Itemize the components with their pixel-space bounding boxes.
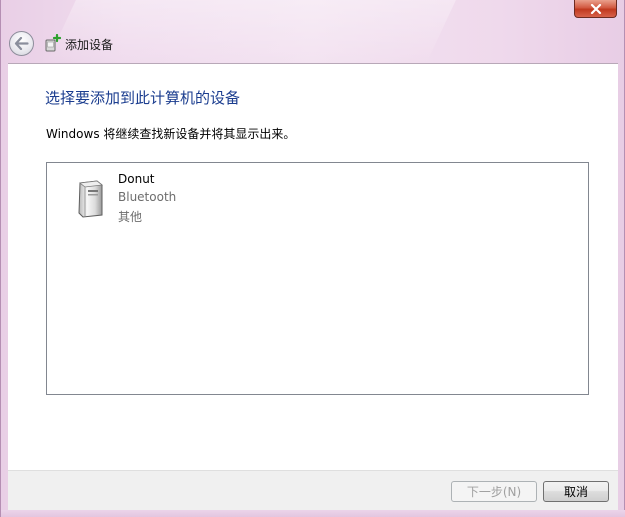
back-button[interactable] — [9, 31, 34, 56]
device-name: Donut — [118, 172, 155, 186]
generic-device-icon — [78, 180, 103, 218]
close-icon — [590, 3, 601, 14]
device-item[interactable]: Donut Bluetooth 其他 — [71, 171, 271, 227]
main-instruction: 选择要添加到此计算机的设备 — [45, 89, 241, 107]
add-device-icon — [45, 34, 61, 52]
window-frame: 添加设备 选择要添加到此计算机的设备 Windows 将继续查找新设备并将其显示… — [0, 0, 625, 517]
command-bar: 下一步(N) 取消 — [8, 470, 618, 510]
cancel-button[interactable]: 取消 — [543, 481, 609, 502]
next-button[interactable]: 下一步(N) — [451, 481, 537, 502]
content-area: 选择要添加到此计算机的设备 Windows 将继续查找新设备并将其显示出来。 D… — [8, 63, 618, 470]
device-list[interactable]: Donut Bluetooth 其他 — [46, 162, 589, 395]
device-type: Bluetooth — [118, 190, 177, 204]
back-arrow-icon — [14, 37, 29, 50]
window-bottom-edge — [1, 510, 625, 517]
frame-glare — [46, 0, 456, 64]
sub-instruction: Windows 将继续查找新设备并将其显示出来。 — [46, 127, 296, 141]
close-button[interactable] — [574, 0, 617, 18]
nav-title: 添加设备 — [65, 38, 114, 52]
device-category: 其他 — [118, 210, 143, 224]
